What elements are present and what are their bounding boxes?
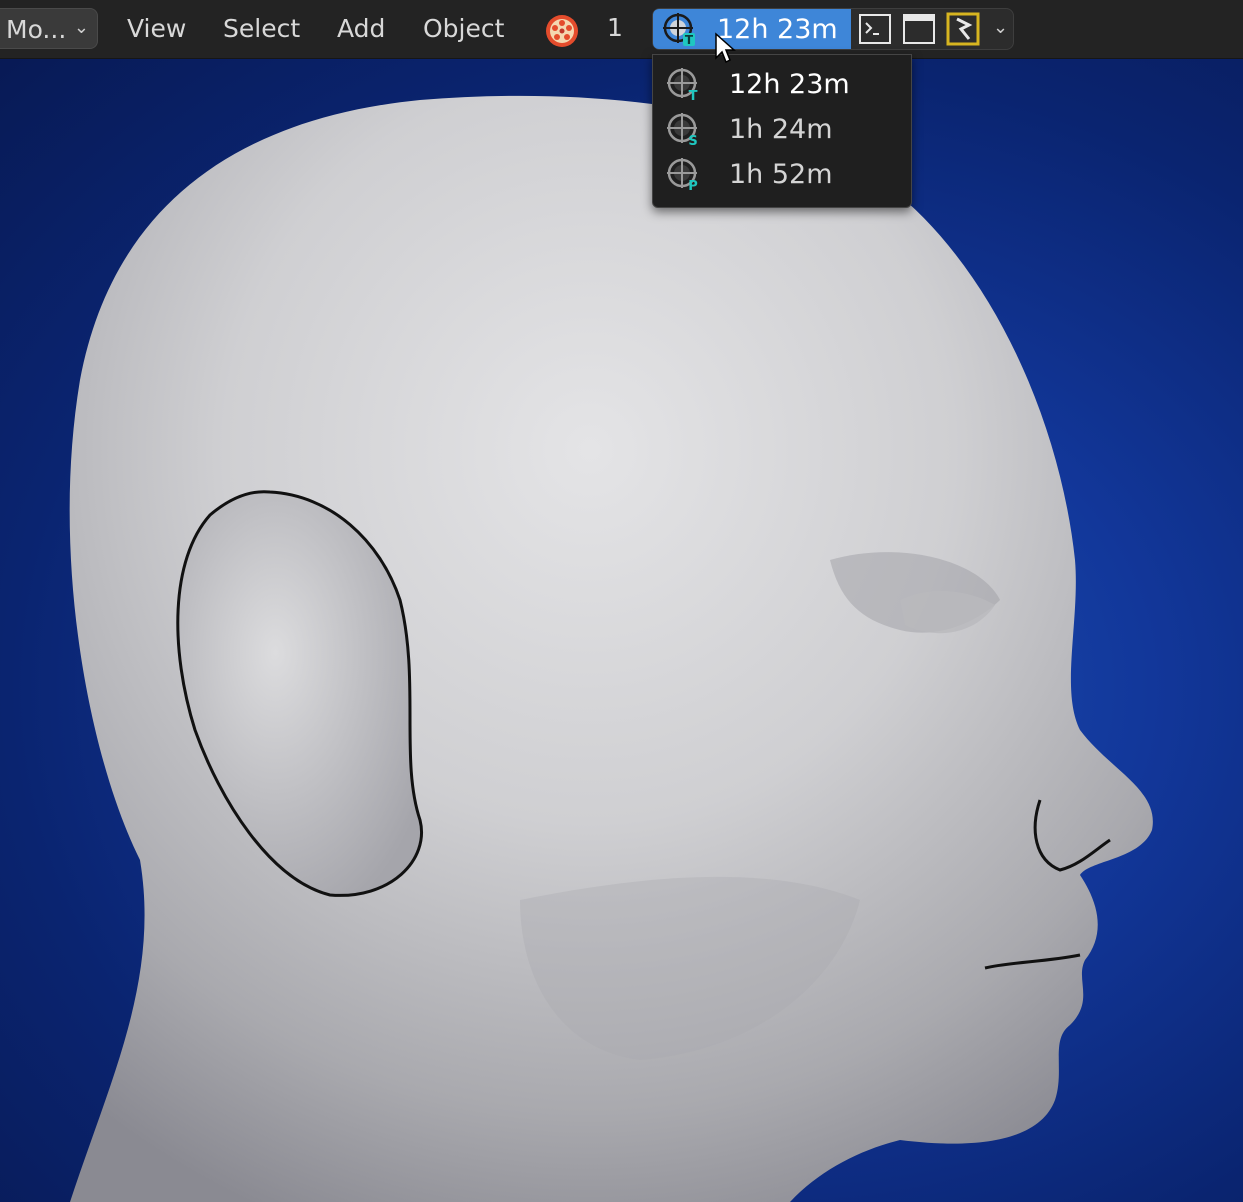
mode-dropdown[interactable]: Mo... ⌄ — [0, 8, 98, 49]
chevron-down-icon[interactable]: ⌄ — [993, 17, 1008, 38]
mode-label: Mo... — [6, 15, 67, 44]
timer-session-icon: S — [667, 113, 698, 147]
dropdown-item-label: 12h 23m — [729, 69, 850, 100]
badge-s: S — [688, 134, 697, 147]
3d-viewport[interactable] — [0, 58, 1243, 1202]
addon-icon[interactable] — [945, 11, 981, 47]
dropdown-item-label: 1h 52m — [729, 159, 833, 190]
timer-project-icon: P — [667, 158, 698, 192]
dropdown-item-session[interactable]: S 1h 24m — [653, 106, 911, 150]
menu-select[interactable]: Select — [223, 13, 300, 45]
menu-view[interactable]: View — [127, 13, 186, 45]
badge-t: T — [689, 89, 698, 102]
console-icon[interactable] — [857, 11, 893, 47]
menu-add[interactable]: Add — [337, 13, 385, 45]
badge-p: P — [688, 179, 698, 192]
timer-total-icon: T — [667, 68, 698, 102]
dropdown-item-project[interactable]: P 1h 52m — [653, 151, 911, 195]
mouse-cursor-icon — [715, 32, 736, 64]
chevron-down-icon: ⌄ — [73, 17, 89, 38]
timer-button[interactable]: T 12h 23m — [653, 9, 851, 49]
timer-dropdown: T 12h 23m S 1h 24m P 1h 52m — [652, 54, 912, 208]
dropdown-item-total[interactable]: T 12h 23m — [653, 61, 911, 105]
render-frame-icon[interactable] — [544, 13, 580, 49]
timer-total-icon: T — [663, 13, 695, 47]
svg-text:T: T — [685, 33, 694, 47]
viewport-header: Mo... ⌄ View Select Add Object 1 T 12h 2… — [0, 0, 1243, 59]
menu-object[interactable]: Object — [423, 13, 504, 45]
dropdown-item-label: 1h 24m — [729, 114, 833, 145]
timer-button-group: T 12h 23m ⌄ — [652, 8, 1014, 50]
head-model — [69, 95, 1153, 1202]
window-icon[interactable] — [901, 11, 937, 47]
frame-number: 1 — [607, 13, 623, 42]
